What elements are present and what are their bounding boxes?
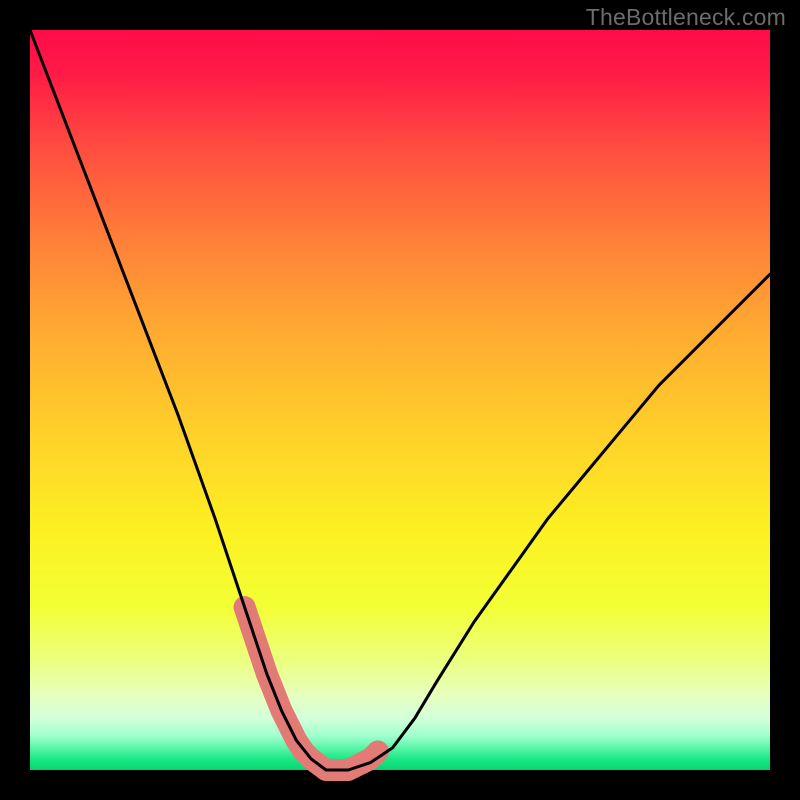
curve-stroke [30, 30, 770, 770]
highlight-stroke [245, 607, 378, 770]
bottleneck-curve [30, 30, 770, 770]
plot-area [30, 30, 770, 770]
chart-svg [30, 30, 770, 770]
watermark-text: TheBottleneck.com [586, 4, 786, 31]
chart-frame: TheBottleneck.com [0, 0, 800, 800]
highlight-band [234, 596, 389, 773]
